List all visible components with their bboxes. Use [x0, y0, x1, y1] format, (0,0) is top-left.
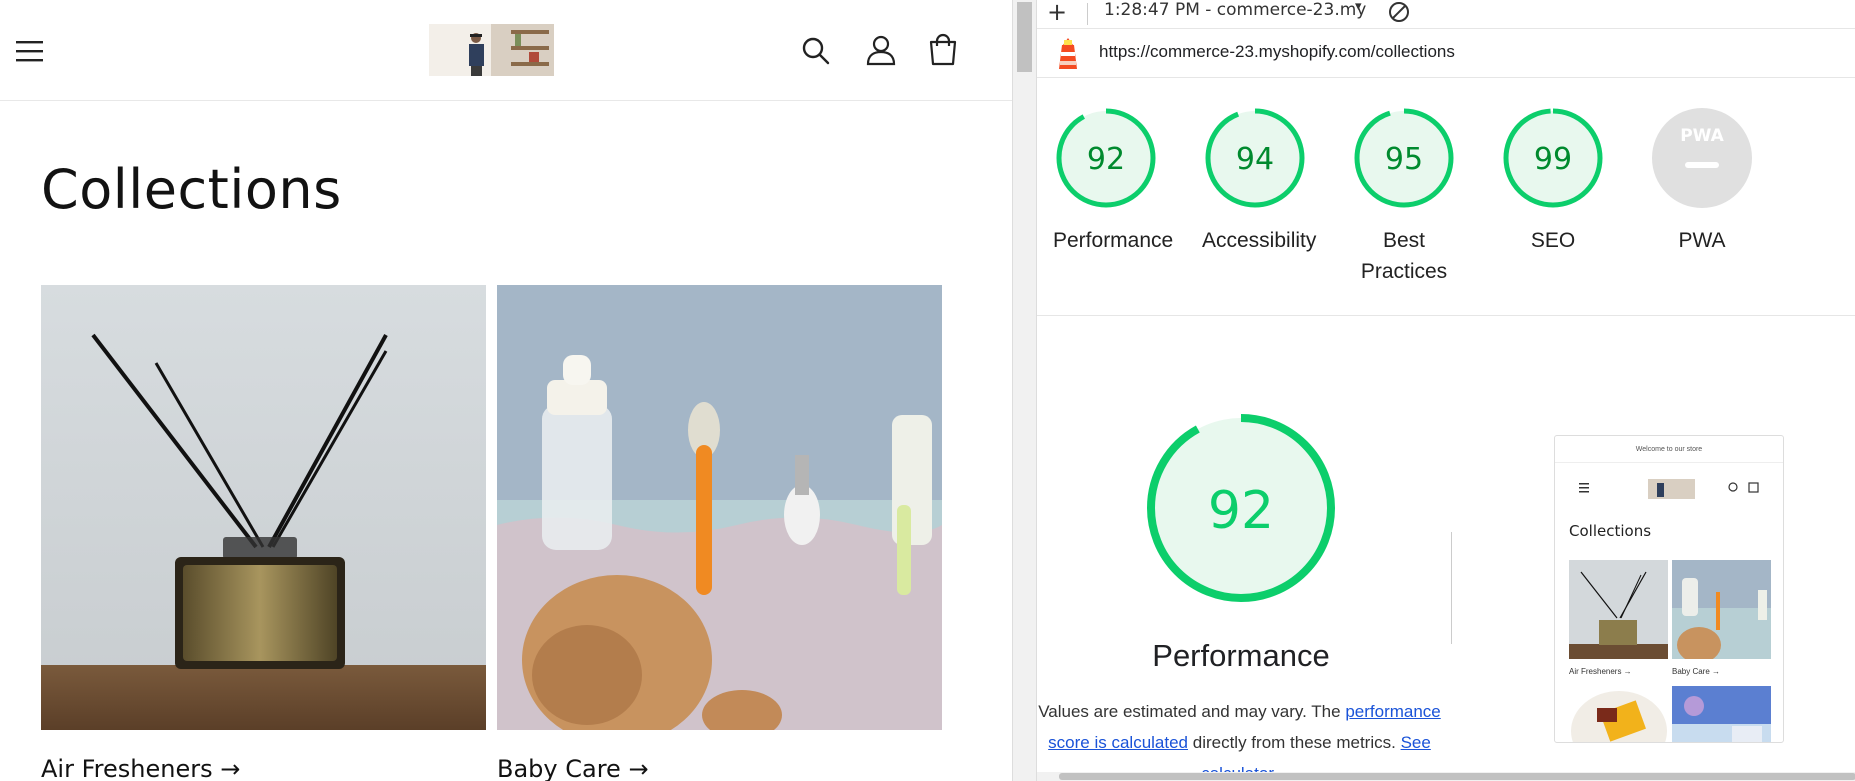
thumb-divider: [1555, 462, 1783, 463]
thumb-announcement: Welcome to our store: [1635, 446, 1703, 453]
score-label: Accessibility: [1202, 229, 1317, 252]
store-scrollbar[interactable]: [1012, 0, 1036, 781]
baby-care-image: [497, 285, 942, 730]
store-logo[interactable]: [429, 24, 554, 76]
lighthouse-icon: [1059, 38, 1077, 69]
collection-label: Baby Care: [497, 755, 621, 781]
score-value: 92: [1087, 142, 1125, 177]
collection-link-baby-care[interactable]: Baby Care →: [497, 755, 649, 781]
account-icon[interactable]: [864, 33, 898, 67]
pwa-badge-icon: PWA: [1652, 108, 1752, 208]
thumb-image-baby-care: [1672, 560, 1771, 659]
score-label: PWA: [1678, 229, 1726, 252]
score-value: 99: [1534, 142, 1572, 177]
cart-icon[interactable]: [925, 32, 961, 68]
gauge-chart: 92: [1056, 108, 1156, 208]
arrow-right-icon: →: [628, 755, 649, 781]
lighthouse-report: + 1:28:47 PM - commerce-23.my ▾ https://…: [1036, 0, 1855, 781]
vertical-divider: [1451, 532, 1452, 644]
search-icon[interactable]: [800, 35, 832, 67]
arrow-right-icon: →: [220, 755, 241, 781]
air-freshener-image: [41, 285, 486, 730]
report-url[interactable]: https://commerce-23.myshopify.com/collec…: [1099, 42, 1455, 62]
collection-label: Air Fresheners: [41, 755, 213, 781]
performance-score-value: 92: [1208, 481, 1274, 541]
page-screenshot-thumbnail: Welcome to our store Collections Air Fre…: [1554, 435, 1784, 743]
score-gauge-performance[interactable]: 92 Performance: [1053, 107, 1174, 256]
more-options-icon[interactable]: ⋮: [1849, 41, 1855, 63]
gauge-chart: 99: [1503, 108, 1603, 208]
score-label: Performance: [1053, 229, 1174, 252]
score-gauge-seo[interactable]: 99 SEO: [1500, 107, 1606, 256]
score-gauge-accessibility[interactable]: 94 Accessibility: [1202, 107, 1317, 256]
thumb-image-air-fresheners: [1569, 560, 1668, 659]
performance-score-gauge: 92: [1147, 414, 1335, 602]
section-divider: [1037, 315, 1855, 316]
store-page: Collections Air Fresheners → Baby Care →: [0, 0, 1012, 781]
thumb-title: Collections: [1569, 522, 1652, 540]
thumb-label: Baby Care →: [1672, 667, 1721, 676]
thumb-image-3: [1569, 686, 1668, 742]
report-horizontal-scrollbar[interactable]: [1037, 772, 1855, 781]
dropdown-icon[interactable]: ▾: [1355, 0, 1362, 14]
clear-icon[interactable]: [1387, 0, 1411, 24]
performance-heading: Performance: [1152, 638, 1330, 673]
collection-card-image-baby-care[interactable]: [497, 285, 942, 730]
logo-image: [429, 24, 554, 76]
thumb-header-icons: [1579, 479, 1759, 499]
store-scrollbar-thumb[interactable]: [1017, 2, 1032, 72]
report-selector[interactable]: 1:28:47 PM - commerce-23.my: [1104, 0, 1366, 20]
score-label: SEO: [1530, 229, 1576, 252]
page-title: Collections: [41, 158, 342, 221]
score-gauge-pwa[interactable]: PWA PWA: [1649, 107, 1755, 256]
report-url-bar: https://commerce-23.myshopify.com/collec…: [1037, 29, 1855, 78]
toolbar-divider: [1087, 3, 1088, 25]
gauge-chart: 94: [1205, 108, 1305, 208]
thumb-image-4: [1672, 686, 1771, 742]
description-text: Values are estimated and may vary. The: [1038, 702, 1346, 721]
score-gauge-best-practices[interactable]: 95 Best Practices: [1351, 107, 1457, 287]
store-header: [0, 0, 1012, 101]
description-text: directly from these metrics.: [1188, 733, 1401, 752]
gauge-chart: 95: [1354, 108, 1454, 208]
scrollbar-thumb[interactable]: [1059, 773, 1855, 780]
collection-link-air-fresheners[interactable]: Air Fresheners →: [41, 755, 240, 781]
collection-card-image-air-fresheners[interactable]: [41, 285, 486, 730]
performance-description: Values are estimated and may vary. The p…: [1037, 696, 1452, 781]
score-label: Best Practices: [1360, 229, 1448, 283]
score-value: 95: [1385, 142, 1423, 177]
lighthouse-toolbar: + 1:28:47 PM - commerce-23.my ▾: [1037, 0, 1855, 29]
thumb-label: Air Fresheners →: [1569, 667, 1632, 676]
score-value: 94: [1236, 142, 1274, 177]
menu-icon[interactable]: [15, 36, 45, 66]
add-icon[interactable]: +: [1047, 0, 1067, 24]
svg-text:PWA: PWA: [1680, 126, 1724, 146]
